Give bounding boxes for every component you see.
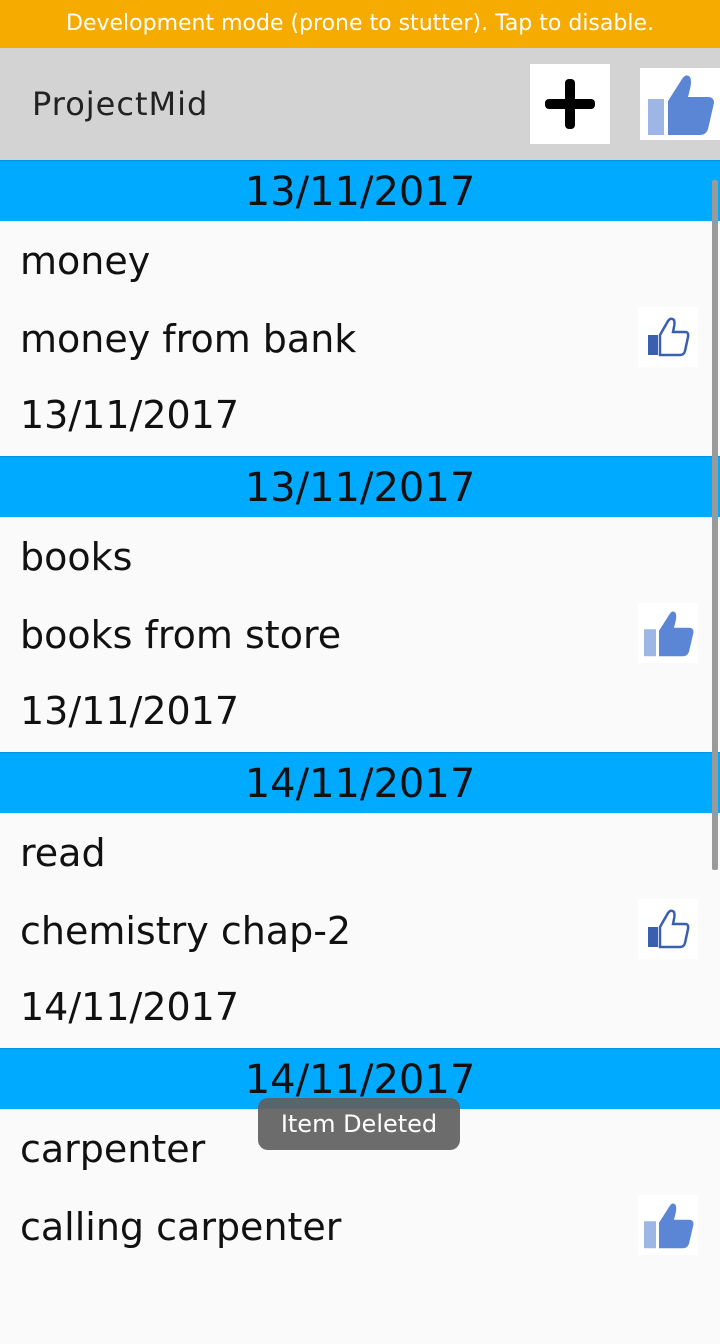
list-item[interactable]: read chemistry chap-2 14/11/2017 [0,813,720,1048]
entries-list[interactable]: 13/11/2017 money money from bank 13/11/2… [0,160,720,1344]
app-title: ProjectMid [32,85,209,123]
section-date-header: 14/11/2017 [0,752,720,813]
item-like-button[interactable] [638,307,698,367]
item-date: 13/11/2017 [20,393,240,437]
item-like-button[interactable] [638,899,698,959]
item-date: 13/11/2017 [20,689,240,733]
thumbs-up-outline-icon [648,317,690,357]
item-title: carpenter [20,1127,206,1171]
item-like-button[interactable] [638,1195,698,1255]
item-description: books from store [20,613,342,657]
item-description: calling carpenter [20,1205,342,1249]
list-item[interactable]: money money from bank 13/11/2017 [0,221,720,456]
thumbs-up-filled-icon [644,1203,694,1249]
section-date-header: 13/11/2017 [0,160,720,221]
list-item[interactable]: books books from store 13/11/2017 [0,517,720,752]
dev-mode-banner[interactable]: Development mode (prone to stutter). Tap… [0,0,720,48]
plus-icon [545,79,595,129]
item-title: money [20,239,151,283]
scrollbar[interactable] [712,180,718,870]
like-button[interactable] [640,68,720,140]
item-date: 14/11/2017 [20,985,240,1029]
item-title: read [20,831,106,875]
toast-message: Item Deleted [258,1098,460,1150]
thumbs-up-icon [648,75,714,135]
app-toolbar: ProjectMid [0,48,720,160]
section-date-header: 13/11/2017 [0,456,720,517]
item-description: money from bank [20,317,357,361]
thumbs-up-outline-icon [648,909,690,949]
item-like-button[interactable] [638,603,698,663]
add-button[interactable] [530,64,610,144]
thumbs-up-filled-icon [644,611,694,657]
item-description: chemistry chap-2 [20,909,352,953]
item-title: books [20,535,133,579]
